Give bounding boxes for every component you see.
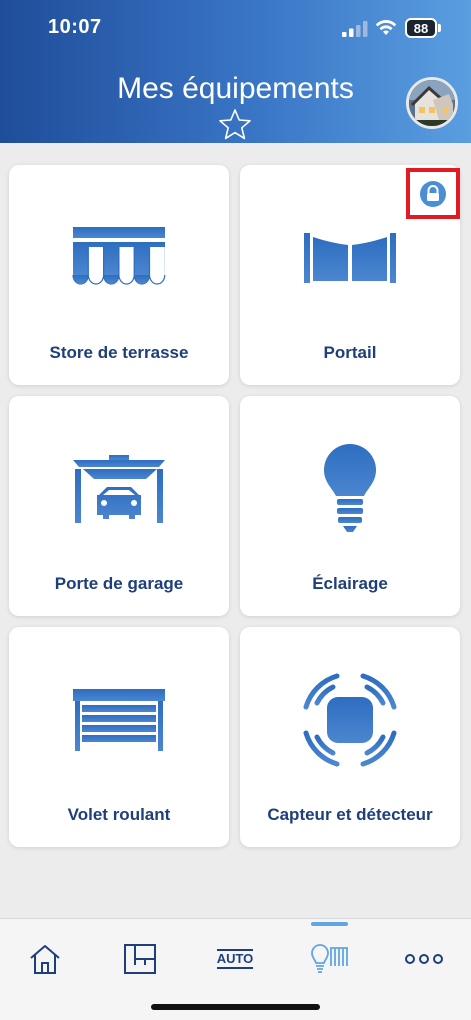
gate-icon — [304, 233, 396, 283]
battery-cap — [438, 24, 441, 32]
card-capteur-et-detecteur[interactable]: Capteur et détecteur — [240, 627, 460, 847]
card-label: Éclairage — [312, 574, 388, 593]
card-label: Porte de garage — [54, 574, 184, 593]
page-title: Mes équipements — [117, 72, 354, 105]
card-store-de-terrasse[interactable]: Store de terrasse — [9, 165, 229, 385]
battery-level: 88 — [413, 20, 429, 36]
card-porte-de-garage[interactable]: Porte de garage — [9, 396, 229, 616]
lock-badge[interactable] — [406, 168, 460, 219]
house-photo-icon — [409, 80, 455, 126]
card-volet-roulant[interactable]: Volet roulant — [9, 627, 229, 847]
floor-plan-icon — [124, 944, 156, 974]
card-label: Store de terrasse — [49, 343, 189, 362]
roller-shutter-icon — [73, 689, 165, 751]
header: 10:07 88 Mes équipements — [0, 0, 471, 143]
garage-door-icon — [73, 455, 165, 523]
auto-label: AUTO — [216, 949, 254, 969]
house-avatar[interactable] — [406, 77, 458, 129]
awning-icon — [72, 227, 166, 285]
tab-auto[interactable]: AUTO — [214, 939, 256, 979]
active-tab-indicator — [311, 922, 348, 926]
lock-icon — [420, 180, 446, 207]
cellular-signal-icon — [342, 21, 368, 37]
tab-equipment[interactable] — [310, 939, 350, 979]
home-indicator[interactable] — [151, 1004, 320, 1010]
equipment-icon — [311, 944, 348, 973]
home-icon — [30, 945, 60, 974]
more-icon — [405, 954, 443, 964]
sensor-icon — [303, 673, 397, 767]
card-eclairage[interactable]: Éclairage — [240, 396, 460, 616]
tab-home[interactable] — [25, 939, 65, 979]
wifi-icon — [375, 19, 397, 35]
light-bulb-icon — [324, 444, 376, 532]
battery-indicator: 88 — [405, 18, 437, 38]
status-time: 10:07 — [48, 16, 102, 38]
card-label: Capteur et détecteur — [267, 805, 433, 824]
status-bar: 10:07 88 — [0, 0, 471, 58]
card-label: Portail — [323, 343, 377, 362]
card-portail[interactable]: Portail — [240, 165, 460, 385]
card-label: Volet roulant — [67, 805, 171, 824]
tab-floor-plan[interactable] — [120, 939, 160, 979]
tab-more[interactable] — [403, 939, 445, 979]
star-icon[interactable] — [218, 108, 252, 140]
